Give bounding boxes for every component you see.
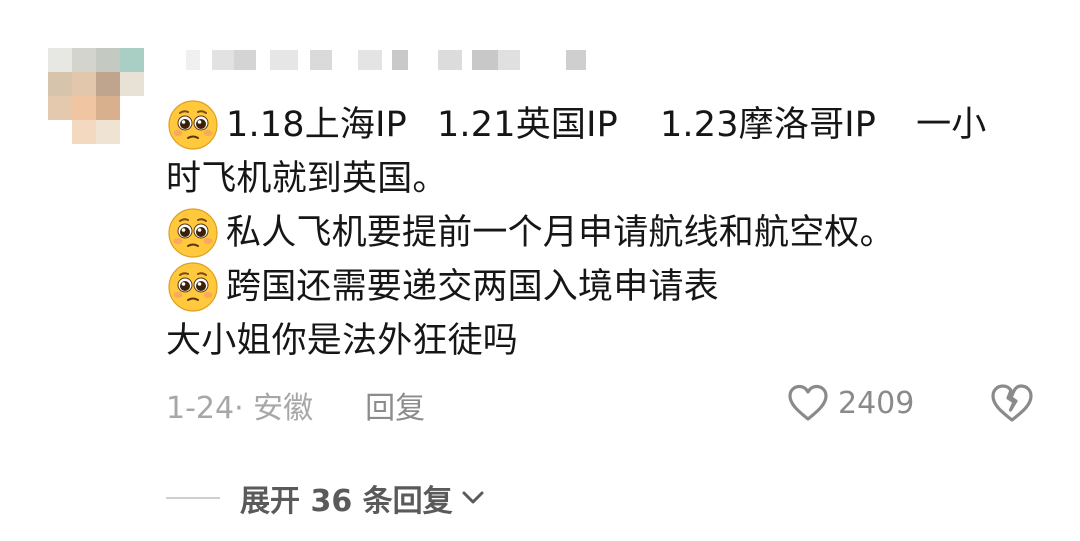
comment-segment: 1.21英国IP	[436, 105, 618, 145]
comment-segment: 时飞机就到英国。	[166, 159, 448, 199]
comment-meta: 1-24· 安徽 回复	[166, 380, 425, 430]
pleading-face-emoji	[166, 98, 220, 152]
comment-segment: 一小	[916, 105, 987, 145]
broken-heart-icon	[991, 384, 1033, 422]
comment-segment: 1.23摩洛哥IP	[659, 105, 877, 145]
comment-text: 1.18上海IP 1.21英国IP 1.23摩洛哥IP 一小 时飞机就到英国。 …	[166, 98, 1046, 368]
comment-segment: 跨国还需要递交两国入境申请表	[226, 267, 719, 307]
chevron-down-icon	[462, 491, 484, 504]
date-location: 1-24· 安徽	[166, 391, 314, 426]
expand-replies-button[interactable]: 展开 36 条回复	[240, 472, 487, 524]
comment-line-4: 跨国还需要递交两国入境申请表	[166, 260, 1046, 314]
like-button[interactable]: 2409	[786, 378, 914, 428]
like-count: 2409	[838, 385, 915, 421]
expand-replies-label: 展开 36 条回复	[240, 484, 453, 519]
username-redacted[interactable]	[186, 50, 606, 70]
comment-segment: 1.18上海IP	[226, 105, 407, 145]
comment-line-3: 私人飞机要提前一个月申请航线和航空权。	[166, 206, 1046, 260]
divider	[166, 497, 220, 499]
comment-line-5: 大小姐你是法外狂徒吗	[166, 314, 1046, 368]
pleading-face-emoji	[166, 260, 220, 314]
avatar[interactable]	[48, 48, 144, 144]
heart-outline-icon	[788, 384, 828, 421]
comment-segment: 大小姐你是法外狂徒吗	[166, 321, 519, 361]
reply-button[interactable]: 回复	[365, 383, 425, 427]
comment-segment: 私人飞机要提前一个月申请航线和航空权。	[226, 213, 895, 253]
dislike-button[interactable]	[988, 379, 1036, 427]
comment-line-1: 1.18上海IP 1.21英国IP 1.23摩洛哥IP 一小	[166, 98, 1046, 152]
pleading-face-emoji	[166, 206, 220, 260]
comment-line-2: 时飞机就到英国。	[166, 152, 1046, 206]
